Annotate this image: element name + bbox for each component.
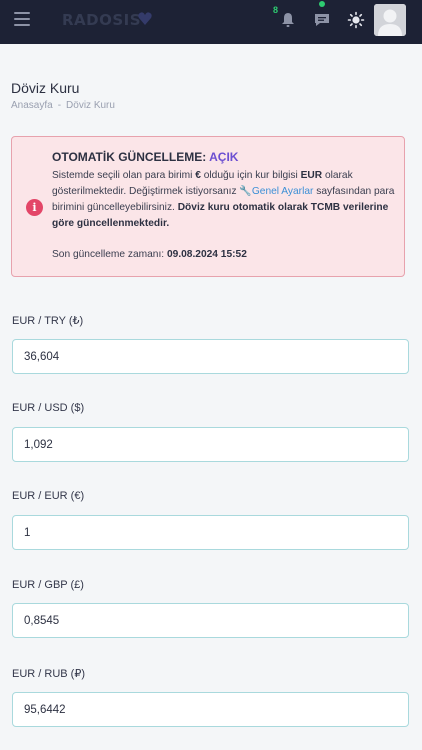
breadcrumb: Anasayfa - Döviz Kuru	[11, 100, 115, 111]
alert-title-prefix: OTOMATİK GÜNCELLEME:	[52, 150, 207, 164]
rate-label-gbp: EUR / GBP (£)	[12, 579, 84, 591]
breadcrumb-current: Döviz Kuru	[66, 100, 115, 111]
top-navbar: RADOSIS 8	[0, 0, 422, 44]
message-icon[interactable]	[312, 10, 332, 30]
rate-label-try: EUR / TRY (₺)	[12, 315, 84, 327]
rate-input-usd[interactable]	[12, 427, 409, 462]
sun-icon[interactable]	[346, 10, 366, 30]
alert-text-1: Sistemde seçili olan para birimi	[52, 170, 196, 181]
last-update-value: 09.08.2024 15:52	[166, 249, 247, 260]
rate-input-try[interactable]	[12, 339, 409, 374]
wrench-icon: 🔧	[239, 186, 252, 197]
last-update-label: Son güncelleme zamanı:	[52, 249, 165, 260]
alert-currency-code: EUR	[300, 170, 323, 181]
rate-label-eur: EUR / EUR (€)	[12, 490, 85, 502]
auto-update-alert: i OTOMATİK GÜNCELLEME: AÇIK Sistemde seç…	[11, 136, 405, 277]
breadcrumb-home-link[interactable]: Anasayfa	[11, 100, 53, 111]
last-update-info: Son güncelleme zamanı: 09.08.2024 15:52	[52, 249, 247, 260]
alert-status: AÇIK	[209, 150, 239, 164]
breadcrumb-separator: -	[57, 100, 62, 111]
bell-icon[interactable]	[278, 10, 298, 30]
rate-input-gbp[interactable]	[12, 603, 409, 638]
message-indicator-dot	[319, 1, 325, 7]
user-avatar[interactable]	[374, 4, 406, 36]
rate-input-eur[interactable]	[12, 515, 409, 550]
user-placeholder-icon	[374, 4, 406, 36]
general-settings-link[interactable]: Genel Ayarlar	[252, 186, 314, 197]
alert-text-2: olduğu için kur bilgisi	[200, 170, 301, 181]
rate-label-usd: EUR / USD ($)	[12, 402, 85, 414]
info-icon: i	[26, 199, 43, 216]
rate-label-rub: EUR / RUB (₽)	[12, 668, 85, 680]
page-title: Döviz Kuru	[11, 80, 80, 96]
menu-icon[interactable]	[14, 12, 30, 26]
logo-heart-icon	[138, 12, 152, 25]
alert-title: OTOMATİK GÜNCELLEME: AÇIK	[52, 150, 238, 164]
rate-input-rub[interactable]	[12, 692, 409, 727]
alert-message: Sistemde seçili olan para birimi € olduğ…	[52, 168, 398, 232]
logo-text[interactable]: RADOSIS	[62, 11, 141, 29]
